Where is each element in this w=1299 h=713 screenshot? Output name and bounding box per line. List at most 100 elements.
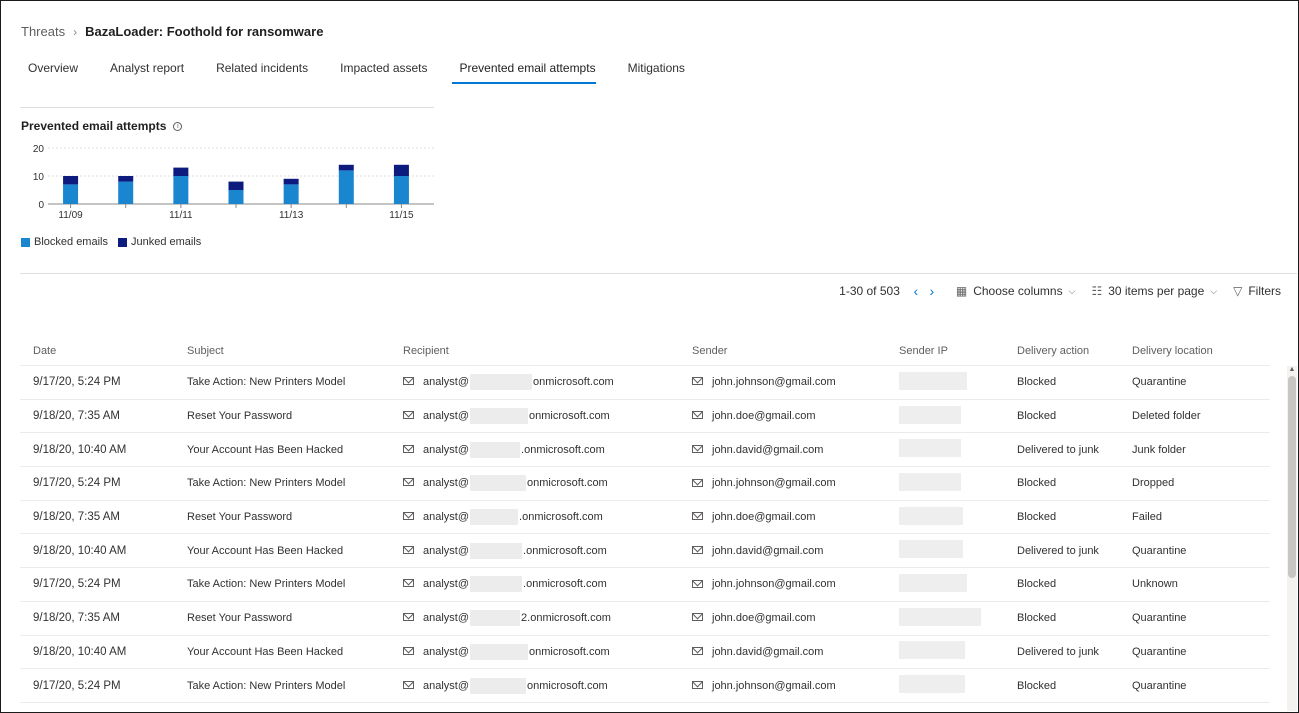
bar-blocked xyxy=(338,170,354,204)
choose-columns-label: Choose columns xyxy=(973,284,1063,298)
bar-blocked xyxy=(228,190,244,204)
mail-icon xyxy=(692,411,703,420)
filters-button[interactable]: ▽ Filters xyxy=(1233,284,1281,298)
column-header-sender[interactable]: Sender xyxy=(679,345,886,357)
cell-subject: Your Account Has Been Hacked xyxy=(187,645,344,658)
cell-subject: Take Action: New Printers Model xyxy=(187,376,346,389)
table-row[interactable]: 9/18/20, 10:40 AM Your Account Has Been H… xyxy=(20,636,1270,670)
sender-email: john.doe@gmail.com xyxy=(712,511,816,524)
sender-email: john.david@gmail.com xyxy=(712,443,824,456)
tab-impacted-assets[interactable]: Impacted assets xyxy=(332,60,427,84)
table-row[interactable]: 9/18/20, 7:35 AM Reset Your Password analy… xyxy=(20,602,1270,636)
recipient-suffix: 2.onmicrosoft.com xyxy=(521,612,611,625)
tab-prevented-email-attempts[interactable]: Prevented email attempts xyxy=(451,60,596,84)
column-header-recipient[interactable]: Recipient xyxy=(390,345,679,357)
cell-sender: john.doe@gmail.com xyxy=(679,511,886,523)
chevron-down-icon: ⌵ xyxy=(1068,285,1076,296)
cell-delivery-location: Deleted folder xyxy=(1132,410,1201,423)
info-icon[interactable]: i xyxy=(173,121,183,131)
tab-overview[interactable]: Overview xyxy=(20,60,78,84)
bar-junked xyxy=(63,176,79,185)
recipient-prefix: analyst@ xyxy=(423,443,470,456)
redacted-block xyxy=(470,509,519,526)
redacted-ip xyxy=(899,371,967,390)
bar-junked xyxy=(338,164,354,171)
recipient-prefix: analyst@ xyxy=(423,544,470,557)
scroll-up-arrow-icon[interactable]: ▲ xyxy=(1288,366,1296,374)
tab-related-incidents[interactable]: Related incidents xyxy=(208,60,308,84)
x-tick-label: 11/11 xyxy=(169,210,193,221)
choose-columns-button[interactable]: ▦ Choose columns ⌵ xyxy=(956,284,1076,298)
chevron-left-icon[interactable]: ‹ xyxy=(908,283,924,299)
redacted-block xyxy=(470,576,523,593)
column-header-delivery-location[interactable]: Delivery location xyxy=(1119,345,1255,357)
cell-subject: Take Action: New Printers Model xyxy=(187,477,346,490)
cell-date: 9/18/20, 7:35 AM xyxy=(33,410,120,423)
cell-delivery-location: Dropped xyxy=(1132,477,1175,490)
tab-analyst-report[interactable]: Analyst report xyxy=(102,60,184,84)
cell-sender: john.johnson@gmail.com xyxy=(679,376,886,388)
chevron-right-icon[interactable]: › xyxy=(924,283,940,299)
table-row[interactable]: 9/17/20, 5:24 PM Take Action: New Printer… xyxy=(20,669,1270,703)
email-attempts-table: Date Subject Recipient Sender Sender IP … xyxy=(20,336,1270,703)
legend-label-junked: Junked emails xyxy=(130,236,202,248)
redacted-block xyxy=(470,677,527,694)
items-per-page-button[interactable]: ☷ 30 items per page ⌵ xyxy=(1091,284,1217,298)
cell-recipient: analyst@ .onmicrosoft.com xyxy=(390,441,679,458)
table-row[interactable]: 9/17/20, 5:24 PM Take Action: New Printer… xyxy=(20,366,1270,400)
bar-blocked xyxy=(63,184,79,204)
table-row[interactable]: 9/18/20, 10:40 AM Your Account Has Been H… xyxy=(20,433,1270,468)
legend-swatch-blocked xyxy=(21,237,30,247)
tab-mitigations[interactable]: Mitigations xyxy=(620,60,685,84)
recipient-prefix: analyst@ xyxy=(423,645,470,658)
tab-bar: Overview Analyst report Related incident… xyxy=(20,60,709,84)
table-row[interactable]: 9/18/20, 7:35 AM Reset Your Password analy… xyxy=(20,400,1270,434)
mail-icon xyxy=(403,411,414,420)
column-header-subject[interactable]: Subject xyxy=(174,345,390,357)
bar-blocked xyxy=(118,181,134,204)
legend-item-blocked[interactable]: Blocked emails xyxy=(21,236,108,248)
cell-sender-ip xyxy=(886,540,1004,561)
recipient-suffix: onmicrosoft.com xyxy=(529,410,610,423)
mail-icon xyxy=(692,377,703,386)
table-row[interactable]: 9/17/20, 5:24 PM Take Action: New Printer… xyxy=(20,467,1270,501)
cell-sender-ip xyxy=(886,607,1004,629)
table-row[interactable]: 9/17/20, 5:24 PM Take Action: New Printer… xyxy=(20,568,1270,602)
table-row[interactable]: 9/18/20, 10:40 AM Your Account Has Been H… xyxy=(20,534,1270,569)
column-header-date[interactable]: Date xyxy=(20,345,174,357)
table-row[interactable]: 9/18/20, 7:35 AM Reset Your Password analy… xyxy=(20,501,1270,535)
y-tick-label: 20 xyxy=(33,144,45,155)
column-header-delivery-action[interactable]: Delivery action xyxy=(1004,345,1119,357)
redacted-block xyxy=(470,610,521,627)
items-per-page-icon: ☷ xyxy=(1091,284,1103,298)
cell-delivery-action: Delivered to junk xyxy=(1017,443,1099,456)
redacted-ip xyxy=(899,506,963,525)
chart-legend: Blocked emails Junked emails xyxy=(21,236,211,248)
breadcrumb-threats-link[interactable]: Threats xyxy=(21,24,65,39)
mail-icon xyxy=(403,579,414,588)
cell-sender-ip xyxy=(886,641,1004,662)
recipient-suffix: onmicrosoft.com xyxy=(529,645,610,658)
y-tick-label: 10 xyxy=(33,172,45,183)
bar-junked xyxy=(393,164,409,176)
mail-icon xyxy=(403,478,414,487)
cell-delivery-location: Junk folder xyxy=(1132,443,1186,456)
redacted-ip xyxy=(899,573,967,592)
choose-columns-icon: ▦ xyxy=(955,284,968,298)
chevron-down-icon: ⌵ xyxy=(1210,285,1218,296)
redacted-ip xyxy=(899,439,961,458)
cell-subject: Your Account Has Been Hacked xyxy=(187,544,344,557)
chevron-right-icon: › xyxy=(73,24,78,39)
cell-recipient: analyst@ .onmicrosoft.com xyxy=(390,576,679,593)
mail-icon xyxy=(403,646,414,655)
column-header-sender-ip[interactable]: Sender IP xyxy=(886,345,1004,357)
recipient-prefix: analyst@ xyxy=(423,477,470,490)
recipient-wrap: analyst@ onmicrosoft.com xyxy=(403,475,608,492)
cell-date: 9/18/20, 7:35 AM xyxy=(33,612,120,625)
scrollbar-thumb[interactable] xyxy=(1288,376,1296,578)
legend-item-junked[interactable]: Junked emails xyxy=(117,236,202,248)
cell-sender-ip xyxy=(886,472,1004,494)
mail-icon xyxy=(403,545,414,554)
redacted-ip xyxy=(899,540,963,559)
mail-icon xyxy=(692,579,703,588)
